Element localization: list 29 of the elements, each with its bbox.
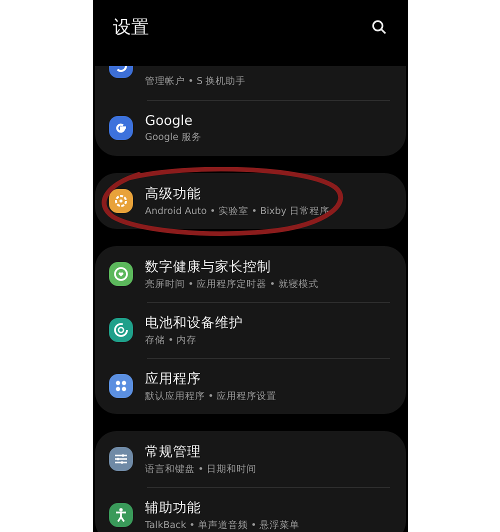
item-title: Google [145,112,194,128]
settings-item[interactable]: 管理帐户 • S 换机助手 [95,66,406,100]
settings-item[interactable]: 常规管理 语言和键盘 • 日期和时间 [95,431,406,487]
item-title: 应用程序 [145,370,202,388]
page-title: 设置 [113,16,149,39]
google-icon [109,116,133,140]
sliders-icon [109,447,133,471]
item-title: 高级功能 [145,184,202,202]
accessibility-icon [109,503,133,527]
settings-item[interactable]: 电池和设备维护 存储 • 内存 [95,302,406,358]
item-title: 数字健康与家长控制 [145,258,272,276]
settings-item[interactable]: 数字健康与家长控制 亮屏时间 • 应用程序定时器 • 就寝模式 [95,246,406,302]
item-subtitle: Google 服务 [145,130,202,144]
item-subtitle: 默认应用程序 • 应用程序设置 [145,390,277,402]
settings-item[interactable]: 应用程序 默认应用程序 • 应用程序设置 [95,358,406,414]
apps-icon [109,374,133,398]
search-icon[interactable] [371,18,388,36]
item-subtitle: 存储 • 内存 [145,334,198,346]
item-subtitle: TalkBack • 单声道音频 • 悬浮菜单 [145,518,300,532]
battery-care-icon [109,318,133,342]
settings-item[interactable]: 辅助功能 TalkBack • 单声道音频 • 悬浮菜单 [95,487,406,532]
item-subtitle: 亮屏时间 • 应用程序定时器 • 就寝模式 [145,278,318,290]
item-subtitle: 管理帐户 • S 换机助手 [145,75,246,88]
item-title: 常规管理 [145,442,202,460]
item-title: 电池和设备维护 [145,314,243,332]
flower-icon [109,189,133,213]
item-subtitle: 语言和键盘 • 日期和时间 [145,462,257,476]
settings-item[interactable]: Google Google 服务 [95,100,406,156]
item-title: 辅助功能 [145,498,202,516]
